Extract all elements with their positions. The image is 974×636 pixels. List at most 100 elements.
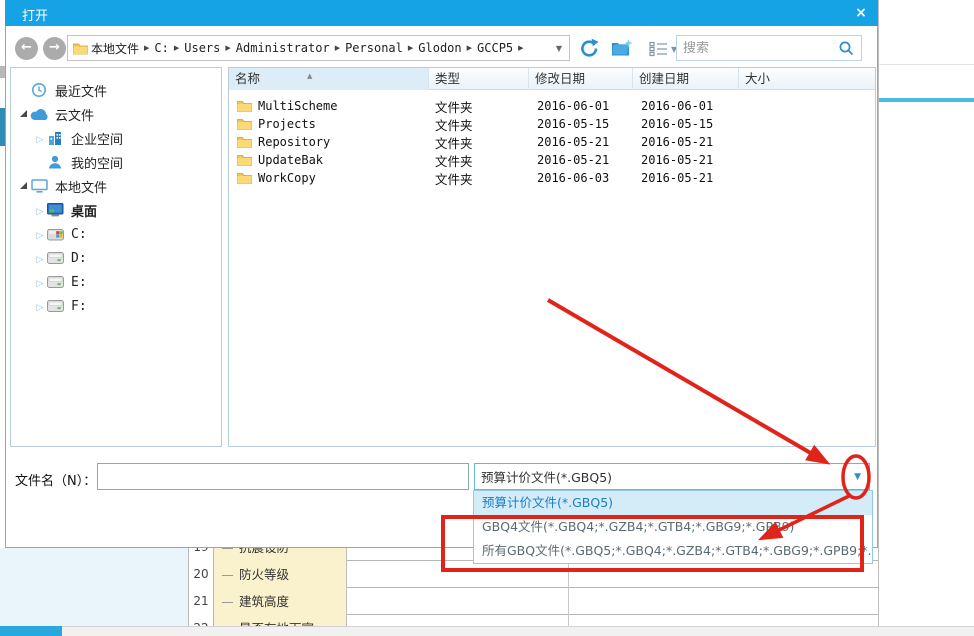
- breadcrumb-separator-icon: [465, 44, 474, 52]
- search-icon[interactable]: [838, 40, 855, 57]
- tree-collapsed-icon[interactable]: [35, 131, 45, 146]
- breadcrumb[interactable]: 本地文件 C: Users Administrator Personal Glo…: [67, 35, 570, 61]
- sidebar-item-recent-files[interactable]: 最近文件: [11, 79, 221, 101]
- sidebar-item-drive-d[interactable]: D:: [11, 247, 221, 269]
- sidebar-item-desktop[interactable]: 桌面: [11, 199, 221, 221]
- back-button[interactable]: [15, 37, 38, 60]
- tree-collapsed-icon[interactable]: [35, 227, 45, 242]
- tree-collapsed-icon[interactable]: [35, 299, 45, 314]
- chevron-down-icon[interactable]: [854, 472, 861, 482]
- search-input[interactable]: [677, 40, 838, 56]
- sidebar-item-label: E:: [71, 274, 87, 290]
- sort-ascending-icon: [307, 65, 312, 87]
- column-header-modified[interactable]: 修改日期: [529, 68, 633, 90]
- dialog-titlebar[interactable]: 打开: [5, 0, 878, 26]
- view-mode-button[interactable]: [649, 41, 677, 57]
- background-accent-line: [879, 98, 974, 102]
- filetype-option-all-gbq[interactable]: 所有GBQ文件(*.GBQ5;*.GBQ4;*.GZB4;*.GTB4;*.GB…: [474, 539, 872, 563]
- cloud-icon: [29, 108, 49, 121]
- file-name: UpdateBak: [258, 153, 324, 167]
- file-row[interactable]: MultiScheme 文件夹 2016-06-01 2016-06-01: [229, 97, 875, 115]
- filetype-option-gbq4[interactable]: GBQ4文件(*.GBQ4;*.GZB4;*.GTB4;*.GBG9;*.GPB…: [474, 515, 872, 539]
- tree-collapsed-icon[interactable]: [35, 275, 45, 290]
- file-type: 文件夹: [435, 117, 473, 133]
- sidebar-item-label: 企业空间: [71, 132, 124, 148]
- background-taskbar-button[interactable]: [0, 626, 62, 636]
- file-name-cell[interactable]: WorkCopy: [229, 171, 429, 185]
- refresh-button[interactable]: [579, 38, 600, 63]
- sidebar-item-label: 云文件: [55, 108, 95, 124]
- file-type: 文件夹: [435, 135, 473, 151]
- breadcrumb-separator-icon: [333, 44, 342, 52]
- column-header-size[interactable]: 大小: [739, 68, 875, 90]
- background-window-edge: [878, 0, 879, 626]
- file-modified-date: 2016-05-21: [537, 153, 610, 167]
- breadcrumb-segment[interactable]: GCCP5: [474, 41, 516, 55]
- tree-connector: [222, 602, 233, 603]
- file-row[interactable]: WorkCopy 文件夹 2016-06-03 2016-05-21: [229, 169, 875, 187]
- file-name-cell[interactable]: Repository: [229, 135, 429, 149]
- folder-icon: [237, 101, 252, 112]
- column-header-created[interactable]: 创建日期: [633, 68, 739, 90]
- filename-input[interactable]: [97, 463, 469, 490]
- filetype-option-gbq5[interactable]: 预算计价文件(*.GBQ5): [474, 491, 872, 515]
- column-label: 创建日期: [639, 71, 690, 86]
- file-type: 文件夹: [435, 99, 473, 115]
- sidebar-tree: 最近文件 云文件 企业空间 我的空间 本地文件: [10, 67, 222, 447]
- sidebar-item-label: 桌面: [71, 204, 98, 220]
- breadcrumb-segment[interactable]: Personal: [342, 41, 406, 55]
- desktop-icon: [45, 203, 65, 217]
- sidebar-item-drive-c[interactable]: C:: [11, 223, 221, 245]
- refresh-icon: [581, 38, 599, 57]
- tree-expanded-icon[interactable]: [20, 181, 27, 189]
- file-name: Projects: [258, 117, 316, 131]
- file-name-cell[interactable]: UpdateBak: [229, 153, 429, 167]
- breadcrumb-separator-icon: [516, 44, 525, 52]
- forward-button[interactable]: [43, 37, 66, 60]
- computer-icon: [29, 179, 49, 193]
- row-name-text: 建筑高度: [239, 594, 290, 609]
- file-row[interactable]: UpdateBak 文件夹 2016-05-21 2016-05-21: [229, 151, 875, 169]
- sidebar-item-label: 我的空间: [71, 156, 124, 172]
- breadcrumb-segment[interactable]: Glodon: [415, 41, 464, 55]
- file-type: 文件夹: [435, 153, 473, 169]
- file-modified-date: 2016-06-03: [537, 171, 610, 185]
- sidebar-item-drive-e[interactable]: E:: [11, 271, 221, 293]
- tree-expanded-icon[interactable]: [20, 109, 27, 117]
- table-row: 21 建筑高度: [189, 588, 878, 615]
- row-number: 20: [189, 561, 214, 588]
- file-created-date: 2016-05-15: [641, 117, 714, 131]
- tree-collapsed-icon[interactable]: [35, 251, 45, 266]
- close-icon[interactable]: [852, 4, 870, 22]
- column-label: 修改日期: [535, 71, 586, 86]
- file-created-date: 2016-05-21: [641, 171, 714, 185]
- sidebar-item-drive-f[interactable]: F:: [11, 295, 221, 317]
- file-created-date: 2016-05-21: [641, 153, 714, 167]
- file-name-cell[interactable]: MultiScheme: [229, 99, 429, 113]
- file-row[interactable]: Repository 文件夹 2016-05-21 2016-05-21: [229, 133, 875, 151]
- breadcrumb-segment[interactable]: Users: [181, 41, 223, 55]
- tree-collapsed-icon[interactable]: [35, 203, 45, 218]
- drive-icon: [45, 300, 65, 312]
- column-header-type[interactable]: 类型: [429, 68, 529, 90]
- sidebar-item-local-files[interactable]: 本地文件: [11, 175, 221, 197]
- breadcrumb-segment[interactable]: C:: [151, 41, 171, 55]
- new-folder-button[interactable]: [611, 38, 634, 61]
- breadcrumb-dropdown-icon[interactable]: [556, 44, 562, 53]
- breadcrumb-segment[interactable]: Administrator: [233, 41, 333, 55]
- sidebar-item-label: C:: [71, 226, 87, 242]
- file-name-cell[interactable]: Projects: [229, 117, 429, 131]
- sidebar-item-enterprise-space[interactable]: 企业空间: [11, 127, 221, 149]
- sidebar-item-cloud-files[interactable]: 云文件: [11, 103, 221, 125]
- column-header-name[interactable]: 名称: [229, 68, 429, 90]
- breadcrumb-segment[interactable]: 本地文件: [88, 40, 142, 57]
- filetype-dropdown-list: 预算计价文件(*.GBQ5) GBQ4文件(*.GBQ4;*.GZB4;*.GT…: [473, 490, 873, 564]
- drive-icon: [45, 252, 65, 264]
- column-label: 类型: [435, 71, 461, 86]
- file-row[interactable]: Projects 文件夹 2016-05-15 2016-05-15: [229, 115, 875, 133]
- table-row: 22 是否有地下室: [189, 615, 878, 626]
- search-box[interactable]: [676, 35, 862, 61]
- filetype-combobox[interactable]: 预算计价文件(*.GBQ5): [474, 463, 870, 490]
- sidebar-item-my-space[interactable]: 我的空间: [11, 151, 221, 173]
- row-value2: [569, 615, 878, 626]
